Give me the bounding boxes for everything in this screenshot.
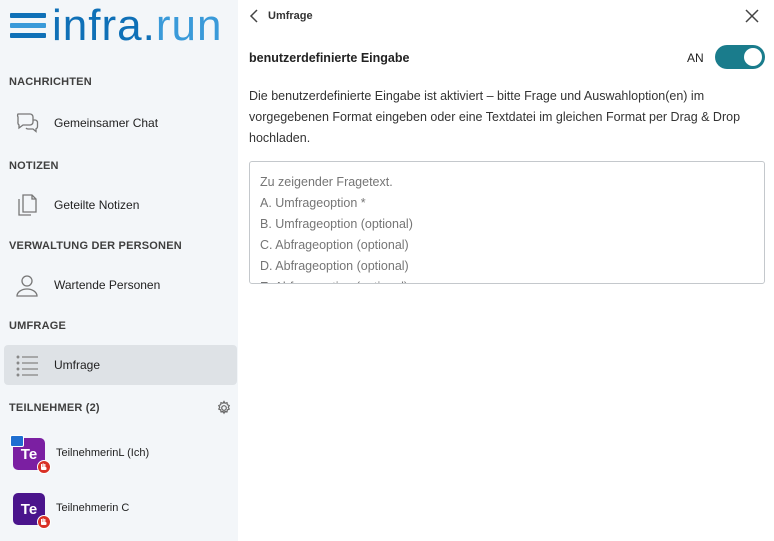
back-button[interactable] xyxy=(248,8,262,24)
logo-text-primary: infra. xyxy=(52,1,156,50)
custom-input-label: benutzerdefinierte Eingabe xyxy=(249,51,410,65)
chevron-left-icon xyxy=(249,9,258,23)
close-button[interactable] xyxy=(744,8,760,24)
panel-title: Umfrage xyxy=(268,10,313,22)
sidebar-item-waiting[interactable]: Wartende Personen xyxy=(4,265,237,305)
poll-panel: Umfrage benutzerdefinierte Eingabe AN Di… xyxy=(238,0,774,541)
sidebar: infra.run NACHRICHTEN Gemeinsamer Chat N… xyxy=(0,0,238,541)
logo-mark-icon xyxy=(10,12,46,40)
gear-icon[interactable] xyxy=(216,400,232,416)
chat-bubbles-icon xyxy=(14,110,40,136)
custom-input-toggle[interactable] xyxy=(715,45,765,69)
participant-row[interactable]: Te TeilnehmerinL (Ich) xyxy=(0,432,238,476)
poll-input-textarea[interactable] xyxy=(249,161,765,284)
sidebar-item-label: Wartende Personen xyxy=(54,278,161,292)
raised-hand-icon xyxy=(37,515,51,529)
presenter-icon xyxy=(10,435,24,447)
participant-row[interactable]: Te Teilnehmerin C xyxy=(0,487,238,531)
sidebar-item-label: Umfrage xyxy=(54,358,101,372)
participant-name: TeilnehmerinL (Ich) xyxy=(56,447,150,459)
sidebar-item-label: Geteilte Notizen xyxy=(54,198,140,212)
list-icon xyxy=(14,352,40,378)
toggle-knob xyxy=(744,48,762,66)
close-icon xyxy=(745,9,759,23)
app-logo: infra.run xyxy=(10,4,222,48)
toggle-state-text: AN xyxy=(687,51,704,65)
section-title-notes: NOTIZEN xyxy=(9,160,59,172)
notes-icon xyxy=(14,192,40,218)
section-title-participants: TEILNEHMER (2) xyxy=(9,402,100,414)
custom-input-description: Die benutzerdefinierte Eingabe ist aktiv… xyxy=(249,89,741,145)
sidebar-item-label: Gemeinsamer Chat xyxy=(54,116,159,130)
person-icon xyxy=(14,272,40,298)
raised-hand-icon xyxy=(37,460,51,474)
sidebar-item-chat[interactable]: Gemeinsamer Chat xyxy=(4,103,237,143)
logo-text-secondary: run xyxy=(155,1,223,50)
section-title-messages: NACHRICHTEN xyxy=(9,76,92,88)
sidebar-item-notes[interactable]: Geteilte Notizen xyxy=(4,185,237,225)
section-title-people: VERWALTUNG DER PERSONEN xyxy=(9,240,182,252)
section-title-poll: UMFRAGE xyxy=(9,320,67,332)
sidebar-item-poll[interactable]: Umfrage xyxy=(4,345,237,385)
participant-name: Teilnehmerin C xyxy=(56,502,130,514)
